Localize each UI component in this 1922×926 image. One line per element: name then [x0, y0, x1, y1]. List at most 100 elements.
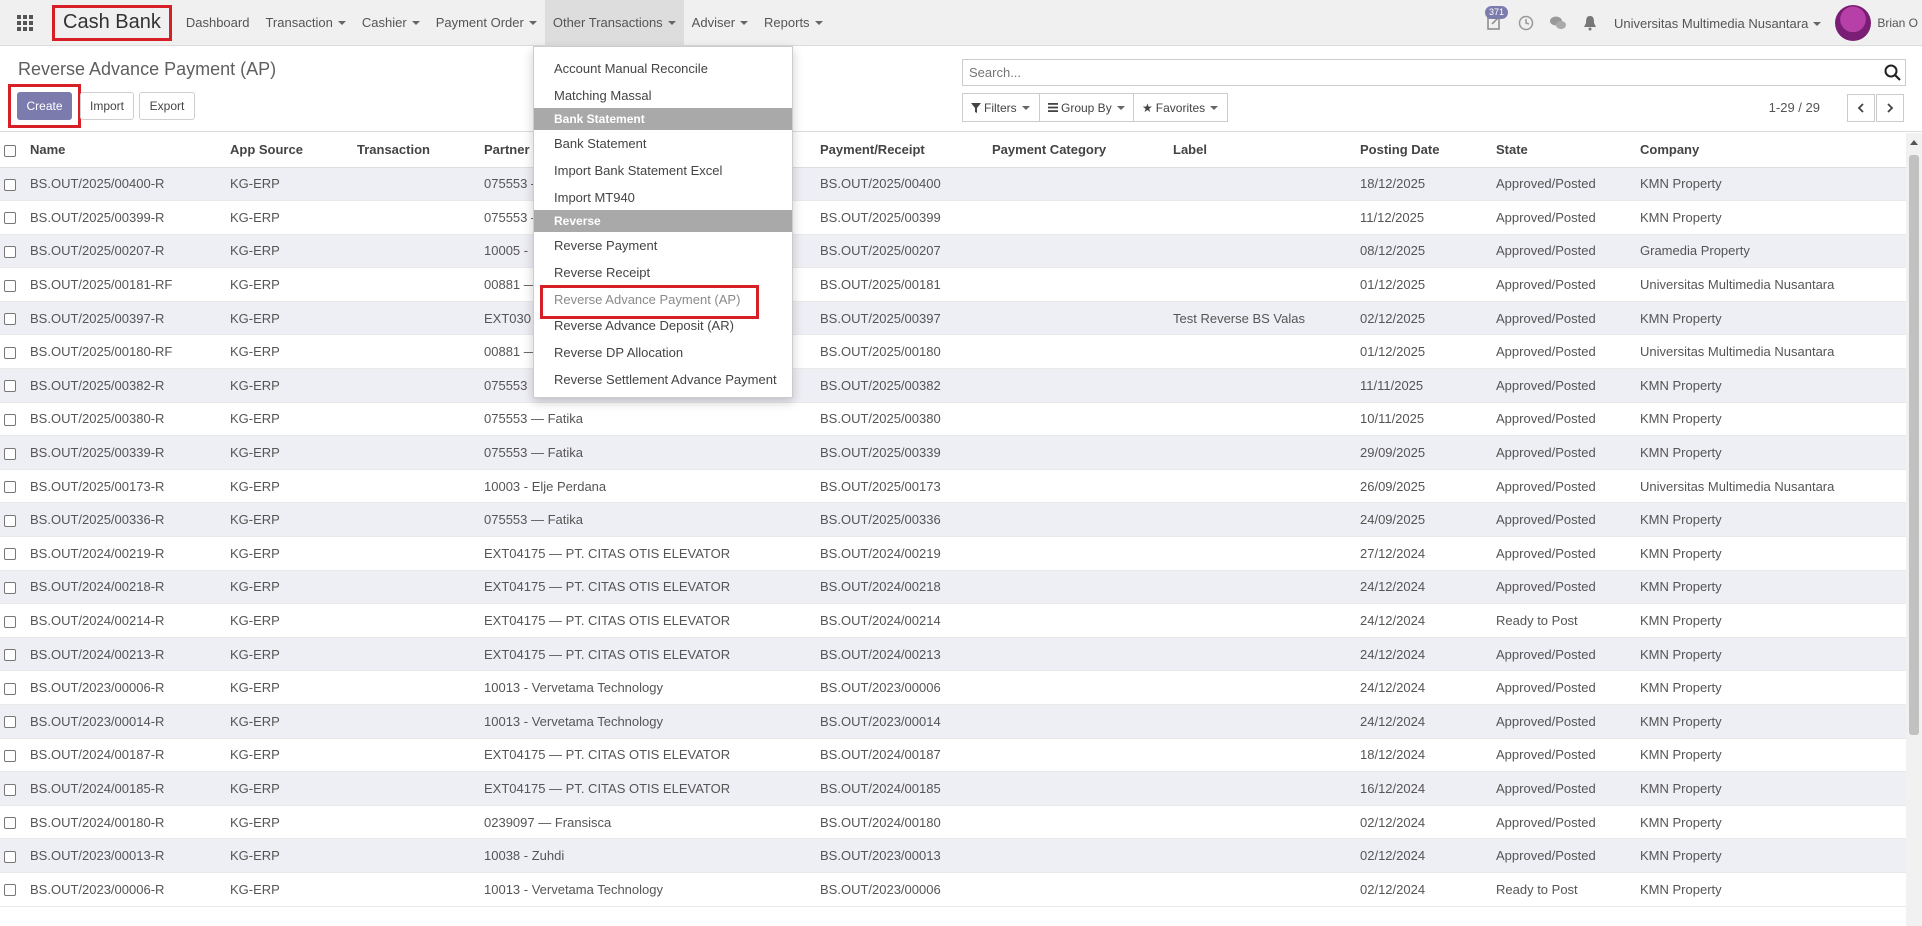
row-checkbox[interactable]	[4, 380, 16, 393]
menu-other-transactions[interactable]: Other Transactions	[544, 0, 684, 46]
import-button[interactable]: Import	[80, 92, 134, 120]
avatar[interactable]	[1835, 5, 1872, 41]
create-button[interactable]: Create	[17, 92, 72, 120]
row-checkbox[interactable]	[4, 481, 16, 494]
chat-icon[interactable]	[1547, 12, 1569, 34]
cell-transaction	[353, 637, 480, 672]
menu-payment-order[interactable]: Payment Order	[428, 0, 545, 46]
pager-previous-button[interactable]	[1847, 94, 1875, 122]
table-row[interactable]: BS.OUT/2024/00213-R KG-ERP EXT04175 — PT. …	[0, 637, 1906, 672]
table-row[interactable]: BS.OUT/2025/00380-R KG-ERP 075553 — Fatika…	[0, 402, 1906, 437]
table-row[interactable]: BS.OUT/2024/00218-R KG-ERP EXT04175 — PT. …	[0, 570, 1906, 605]
table-row[interactable]: BS.OUT/2025/00181-RF KG-ERP 00881 — BS.OUT/…	[0, 267, 1906, 302]
search-input[interactable]	[963, 60, 1843, 85]
cell-payment-category	[988, 301, 1169, 336]
table-row[interactable]: BS.OUT/2025/00399-R KG-ERP 075553 — BS.OUT/…	[0, 200, 1906, 235]
table-row[interactable]: BS.OUT/2025/00382-R KG-ERP 075553 BS.OUT/20…	[0, 368, 1906, 403]
pager-next-button[interactable]	[1876, 94, 1904, 122]
row-checkbox[interactable]	[4, 749, 16, 762]
row-checkbox[interactable]	[4, 313, 16, 326]
row-checkbox[interactable]	[4, 783, 16, 796]
row-checkbox[interactable]	[4, 884, 16, 897]
dropdown-item-reverse-settlement-advance-payment[interactable]: Reverse Settlement Advance Payment	[534, 366, 792, 393]
table-row[interactable]: BS.OUT/2023/00006-R KG-ERP 10013 - Verveta…	[0, 670, 1906, 705]
dropdown-item-import-mt940[interactable]: Import MT940	[534, 184, 792, 211]
app-title[interactable]: Cash Bank	[52, 4, 172, 41]
dropdown-item-bank-statement[interactable]: Bank Statement	[534, 130, 792, 157]
table-row[interactable]: BS.OUT/2023/00013-R KG-ERP 10038 - Zuhdi BS…	[0, 838, 1906, 873]
column-header-label[interactable]: Label	[1169, 133, 1356, 168]
table-row[interactable]: BS.OUT/2025/00180-RF KG-ERP 00881 — BS.OUT/…	[0, 334, 1906, 370]
table-row[interactable]: BS.OUT/2024/00219-R KG-ERP EXT04175 — PT. …	[0, 536, 1906, 571]
row-checkbox[interactable]	[4, 346, 16, 359]
row-checkbox[interactable]	[4, 279, 16, 292]
table-row[interactable]: BS.OUT/2025/00207-R KG-ERP 10005 - BS.OUT/2…	[0, 234, 1906, 269]
column-header-payment-category[interactable]: Payment Category	[988, 133, 1169, 168]
groupby-button[interactable]: Group By	[1039, 93, 1134, 122]
menu-dashboard[interactable]: Dashboard	[178, 0, 258, 46]
cell-payment-category	[988, 838, 1169, 873]
search-icon[interactable]	[1884, 64, 1901, 84]
dropdown-item-reverse-dp-allocation[interactable]: Reverse DP Allocation	[534, 339, 792, 366]
row-checkbox[interactable]	[4, 817, 16, 830]
dropdown-item-import-bank-statement-excel[interactable]: Import Bank Statement Excel	[534, 157, 792, 184]
select-all-checkbox[interactable]	[4, 144, 16, 157]
app-switcher-icon[interactable]	[0, 0, 50, 46]
row-checkbox[interactable]	[4, 548, 16, 561]
table-row[interactable]: BS.OUT/2023/00014-R KG-ERP 10013 - Verveta…	[0, 704, 1906, 739]
dropdown-item-matching-massal[interactable]: Matching Massal	[534, 82, 792, 109]
row-checkbox[interactable]	[4, 212, 16, 225]
row-checkbox[interactable]	[4, 649, 16, 662]
scrollbar-thumb[interactable]	[1909, 155, 1919, 735]
row-checkbox[interactable]	[4, 850, 16, 863]
favorites-button[interactable]: ★ Favorites	[1133, 93, 1228, 122]
cell-posting-date: 10/11/2025	[1356, 402, 1492, 437]
pager-value[interactable]: 1-29 / 29	[1769, 100, 1820, 115]
filters-button[interactable]: Filters	[962, 93, 1040, 122]
cell-label	[1169, 603, 1356, 638]
column-header-state[interactable]: State	[1492, 133, 1636, 168]
column-header-transaction[interactable]: Transaction	[353, 133, 480, 168]
export-button[interactable]: Export	[139, 92, 195, 120]
table-row[interactable]: BS.OUT/2025/00336-R KG-ERP 075553 — Fatika…	[0, 502, 1906, 538]
table-row[interactable]: BS.OUT/2024/00187-R KG-ERP EXT04175 — PT. …	[0, 738, 1906, 773]
activity-icon[interactable]: 371	[1483, 6, 1508, 34]
vertical-scrollbar[interactable]	[1906, 133, 1922, 926]
row-checkbox[interactable]	[4, 246, 16, 259]
cell-name: BS.OUT/2023/00006-R	[26, 872, 226, 907]
column-header-company[interactable]: Company	[1636, 133, 1906, 168]
dropdown-item-account-manual-reconcile[interactable]: Account Manual Reconcile	[534, 55, 792, 82]
table-row[interactable]: BS.OUT/2023/00006-R KG-ERP 10013 - Verveta…	[0, 872, 1906, 907]
table-row[interactable]: BS.OUT/2025/00339-R KG-ERP 075553 — Fatika…	[0, 435, 1906, 470]
menu-transaction[interactable]: Transaction	[257, 0, 353, 46]
menu-cashier[interactable]: Cashier	[354, 0, 428, 46]
bell-icon[interactable]	[1579, 12, 1601, 34]
row-checkbox[interactable]	[4, 716, 16, 729]
row-checkbox[interactable]	[4, 615, 16, 628]
table-row[interactable]: BS.OUT/2025/00400-R KG-ERP 075553 — BS.OUT/…	[0, 167, 1906, 202]
table-row[interactable]: BS.OUT/2024/00214-R KG-ERP EXT04175 — PT. …	[0, 603, 1906, 638]
menu-adviser[interactable]: Adviser	[684, 0, 756, 46]
row-checkbox[interactable]	[4, 514, 16, 527]
row-checkbox[interactable]	[4, 581, 16, 594]
column-header-posting-date[interactable]: Posting Date	[1356, 133, 1492, 168]
menu-reports[interactable]: Reports	[756, 0, 831, 46]
dropdown-item-reverse-payment[interactable]: Reverse Payment	[534, 232, 792, 259]
dropdown-item-reverse-receipt[interactable]: Reverse Receipt	[534, 259, 792, 286]
table-row[interactable]: BS.OUT/2024/00180-R KG-ERP 0239097 — Frans…	[0, 805, 1906, 840]
table-row[interactable]: BS.OUT/2024/00185-R KG-ERP EXT04175 — PT. …	[0, 771, 1906, 806]
row-checkbox[interactable]	[4, 178, 16, 191]
row-checkbox[interactable]	[4, 682, 16, 695]
table-row[interactable]: BS.OUT/2025/00173-R KG-ERP 10003 - Elje Pe…	[0, 469, 1906, 504]
row-checkbox[interactable]	[4, 414, 16, 427]
column-header-app-source[interactable]: App Source	[226, 133, 353, 168]
row-checkbox[interactable]	[4, 447, 16, 460]
clock-icon[interactable]	[1515, 12, 1537, 34]
column-header-payment-receipt[interactable]: Payment/Receipt	[816, 133, 988, 168]
company-switcher[interactable]: Universitas Multimedia Nusantara	[1614, 16, 1822, 31]
column-header-name[interactable]: Name	[26, 133, 226, 168]
scroll-up-icon[interactable]	[1906, 135, 1922, 151]
user-name[interactable]: Brian O	[1877, 16, 1918, 30]
table-row[interactable]: BS.OUT/2025/00397-R KG-ERP EXT030 BS.OUT/20…	[0, 301, 1906, 336]
dropdown-item-reverse-advance-payment-ap[interactable]: Reverse Advance Payment (AP)	[534, 284, 792, 319]
